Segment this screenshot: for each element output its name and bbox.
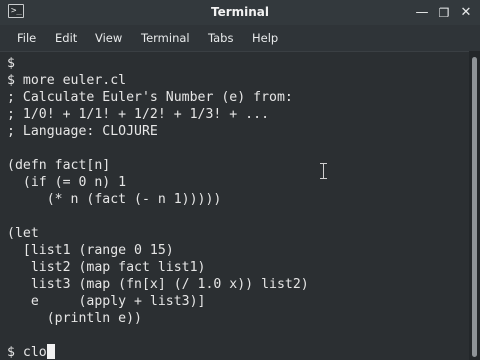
ibeam-cursor-icon xyxy=(320,163,327,179)
vertical-scrollbar[interactable] xyxy=(469,51,480,360)
terminal-line: (let xyxy=(7,226,39,241)
terminal-window: >_ Terminal — ❐ ✕ File Edit View Termina… xyxy=(0,0,480,360)
terminal-line: list3 (map (fn[x] (/ 1.0 x)) list2) xyxy=(7,277,309,292)
menu-view[interactable]: View xyxy=(95,25,122,51)
menu-terminal[interactable]: Terminal xyxy=(141,25,190,51)
scrollbar-thumb[interactable] xyxy=(472,57,477,357)
terminal-line: $ xyxy=(7,56,15,71)
menu-tabs[interactable]: Tabs xyxy=(208,25,233,51)
terminal-line: ; Language: CLOJURE xyxy=(7,124,158,139)
terminal-line: ; Calculate Euler's Number (e) from: xyxy=(7,90,293,105)
maximize-button[interactable]: ❐ xyxy=(434,3,454,23)
title-bar[interactable]: >_ Terminal — ❐ ✕ xyxy=(0,0,480,25)
menu-help[interactable]: Help xyxy=(252,25,278,51)
terminal-prompt-line[interactable]: $ clo xyxy=(7,344,309,360)
terminal-line: list2 (map fact list1) xyxy=(7,260,206,275)
text-cursor xyxy=(46,344,55,359)
terminal-line: (defn fact[n] xyxy=(7,158,111,173)
menu-bar: File Edit View Terminal Tabs Help xyxy=(0,25,480,51)
terminal-line: e (apply + list3)] xyxy=(7,294,206,309)
terminal-line: (println e)) xyxy=(7,311,142,326)
terminal-line: ; 1/0! + 1/1! + 1/2! + 1/3! + ... xyxy=(7,107,270,122)
close-button[interactable]: ✕ xyxy=(456,3,476,23)
terminal-line: (* n (fact (- n 1))))) xyxy=(7,192,222,207)
window-title: Terminal xyxy=(210,5,270,19)
terminal-line: (if (= 0 n) 1 xyxy=(7,175,127,190)
menu-edit[interactable]: Edit xyxy=(55,25,77,51)
terminal-line: $ more euler.cl xyxy=(7,73,127,88)
menu-file[interactable]: File xyxy=(17,25,36,51)
terminal-line: [list1 (range 0 15) xyxy=(7,243,174,258)
terminal-text: $ $ more euler.cl ; Calculate Euler's Nu… xyxy=(7,55,309,360)
terminal-output[interactable]: $ $ more euler.cl ; Calculate Euler's Nu… xyxy=(0,51,469,360)
terminal-current-input: $ clo xyxy=(7,345,47,360)
minimize-button[interactable]: — xyxy=(412,3,432,23)
